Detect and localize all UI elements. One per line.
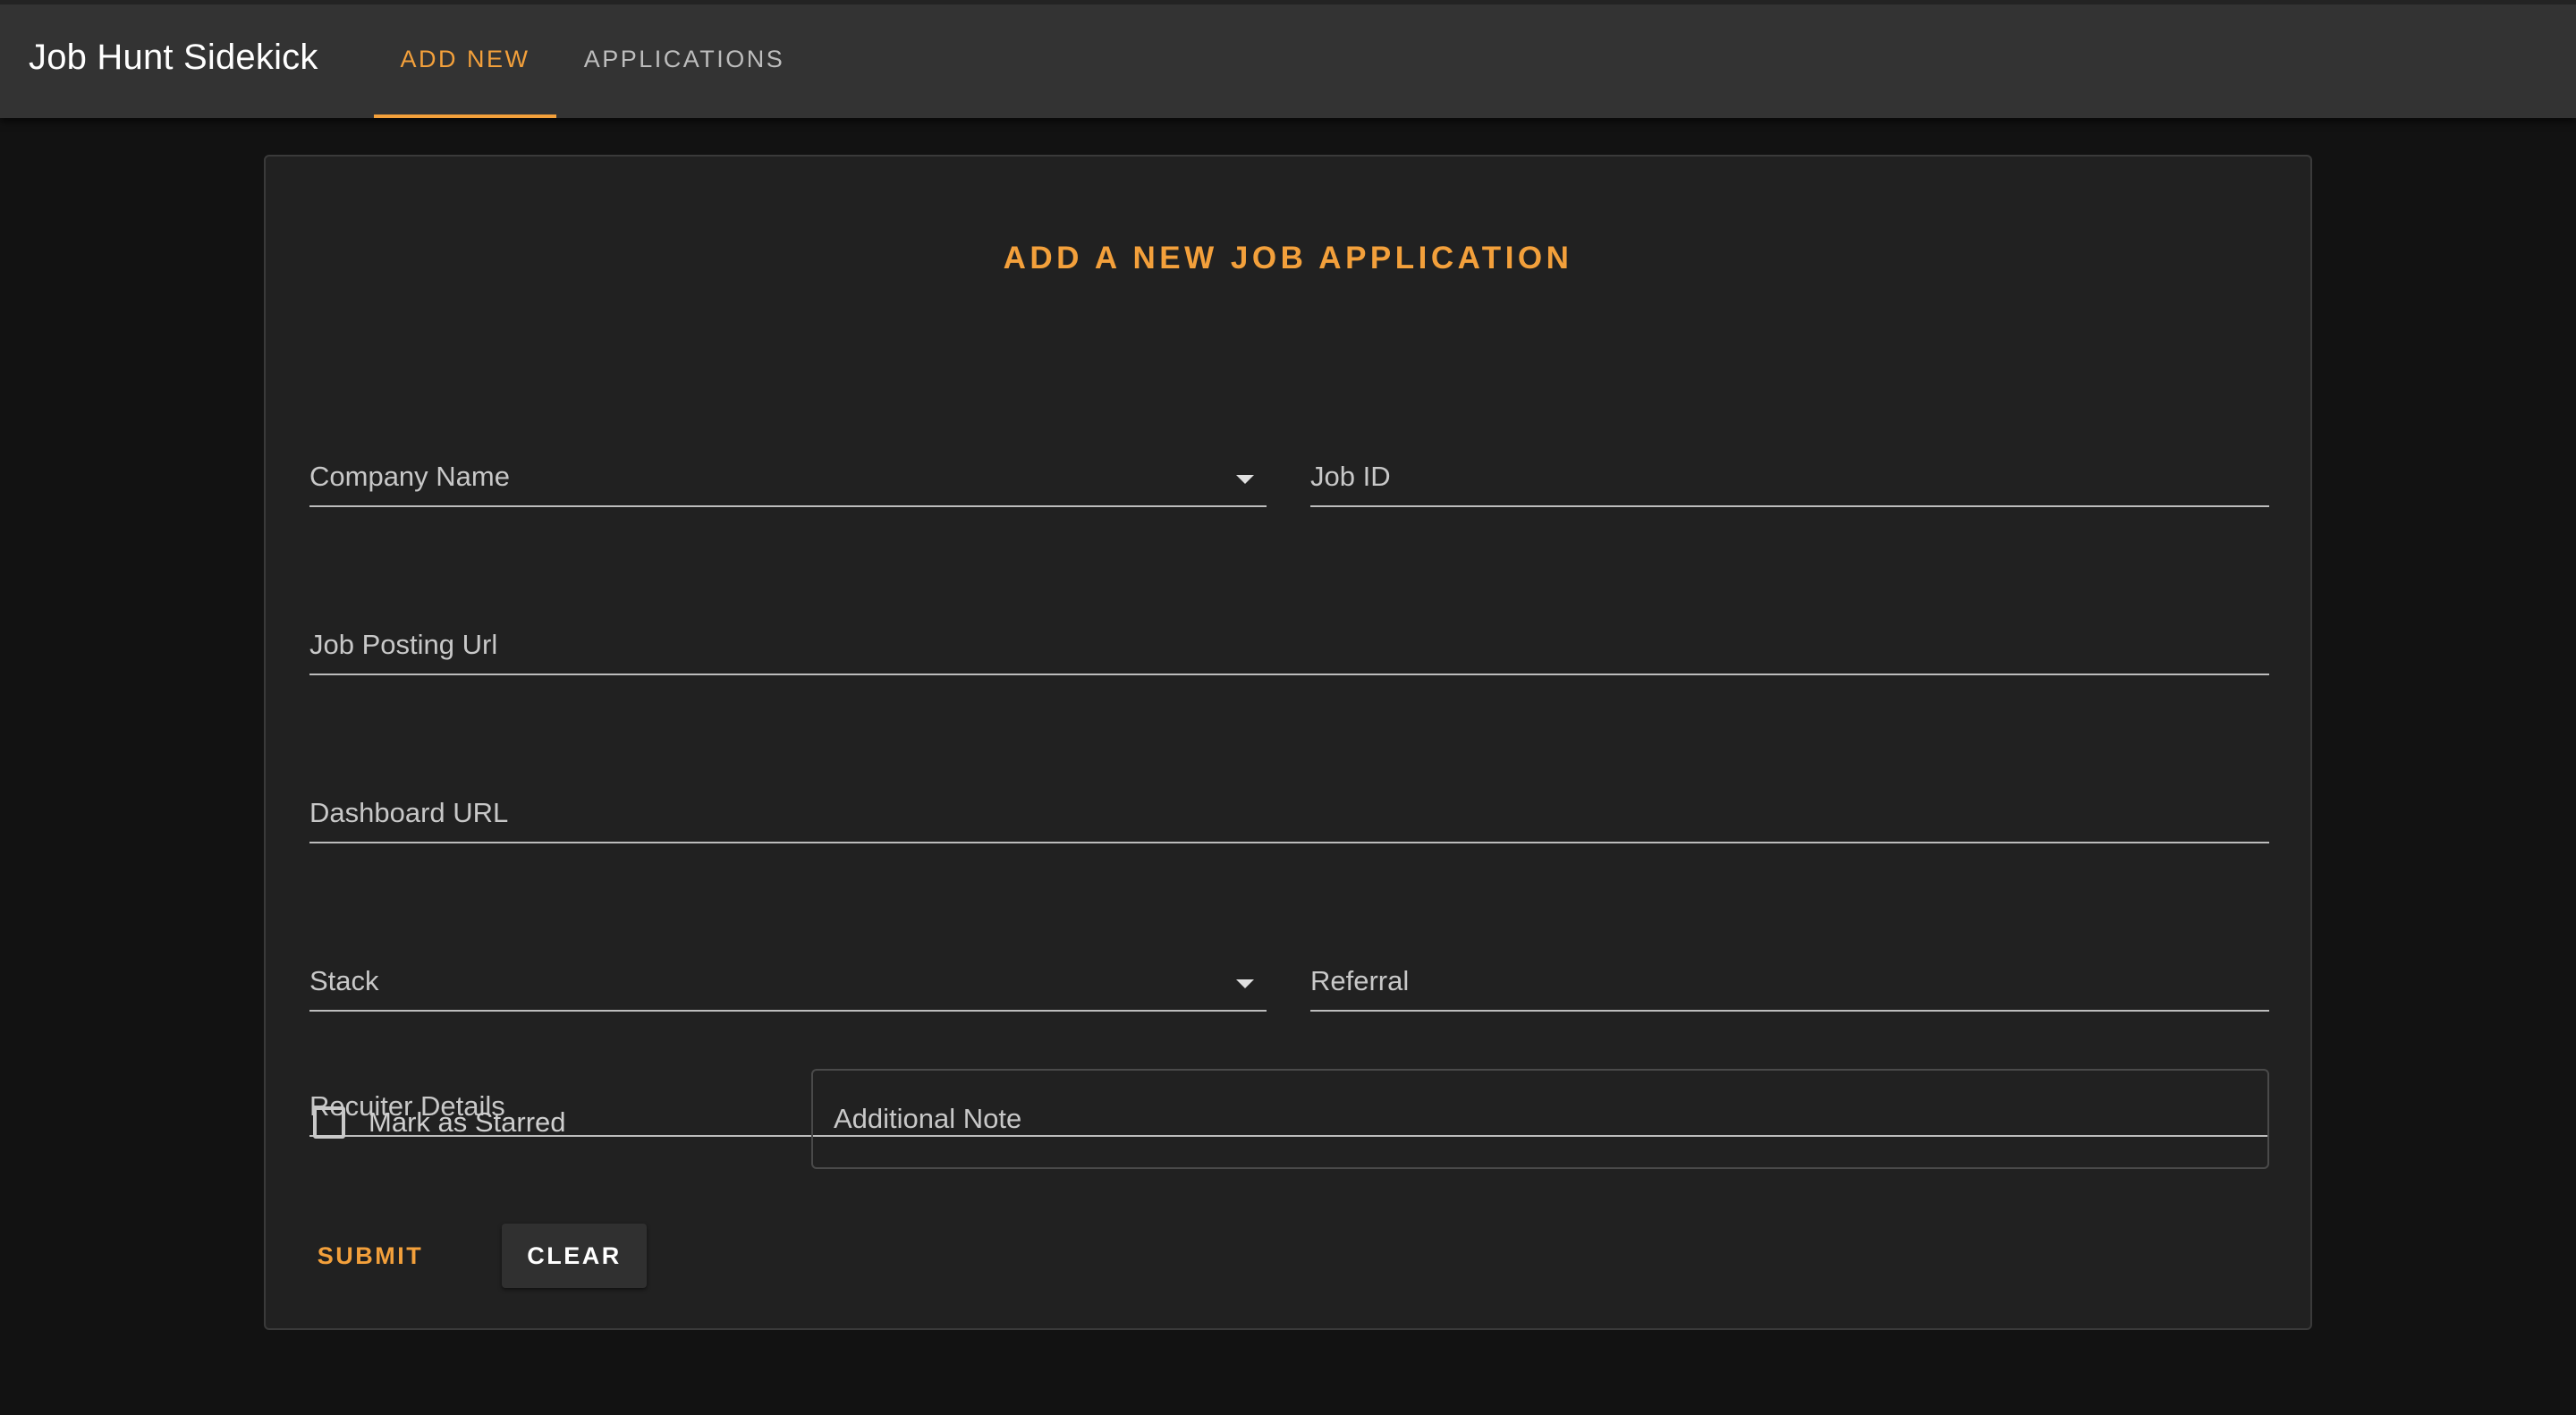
caret-down-icon[interactable]	[1236, 979, 1254, 988]
referral-label: Referral	[1310, 965, 1410, 996]
job-posting-url-input[interactable]: Job Posting Url	[309, 625, 2269, 675]
dashboard-url-input[interactable]: Dashboard URL	[309, 793, 2269, 843]
add-application-card: ADD A NEW JOB APPLICATION Company Name J…	[264, 155, 2312, 1330]
active-tab-indicator	[374, 114, 556, 118]
dashboard-url-label: Dashboard URL	[309, 797, 509, 828]
app-bar: Job Hunt Sidekick ADD NEW APPLICATIONS	[0, 0, 2576, 118]
tab-add-new[interactable]: ADD NEW	[374, 0, 556, 118]
clear-button[interactable]: CLEAR	[502, 1224, 647, 1288]
mark-starred-toggle[interactable]: Mark as Starred	[313, 1106, 566, 1139]
form-title: ADD A NEW JOB APPLICATION	[1003, 241, 1573, 275]
tab-applications[interactable]: APPLICATIONS	[556, 0, 812, 118]
company-name-label: Company Name	[309, 461, 510, 492]
company-name-select[interactable]: Company Name	[309, 457, 1267, 507]
stack-label: Stack	[309, 965, 379, 996]
additional-note-textarea[interactable]: Additional Note	[811, 1069, 2269, 1169]
mark-starred-label: Mark as Starred	[369, 1106, 566, 1138]
submit-button[interactable]: SUBMIT	[296, 1224, 445, 1288]
checkbox-unchecked-icon[interactable]	[313, 1106, 345, 1139]
app-title: Job Hunt Sidekick	[29, 38, 318, 77]
stack-select[interactable]: Stack	[309, 962, 1267, 1012]
additional-note-label: Additional Note	[834, 1103, 1022, 1134]
caret-down-icon[interactable]	[1236, 475, 1254, 484]
job-id-label: Job ID	[1310, 461, 1391, 492]
job-id-input[interactable]: Job ID	[1310, 457, 2269, 507]
job-posting-url-label: Job Posting Url	[309, 629, 498, 660]
referral-input[interactable]: Referral	[1310, 962, 2269, 1012]
